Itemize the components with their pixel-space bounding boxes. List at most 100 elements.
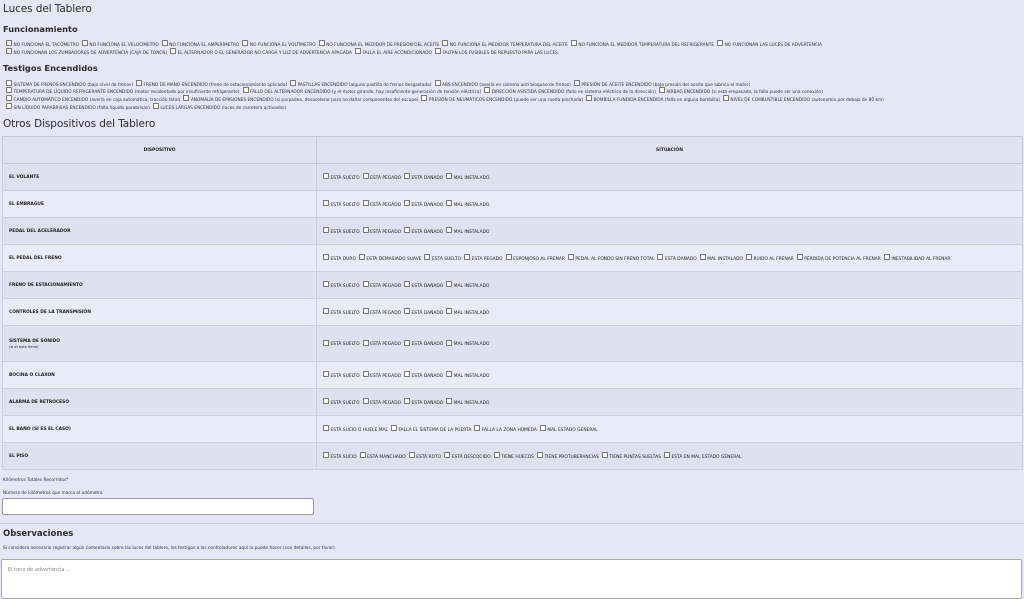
checkbox[interactable] xyxy=(391,425,398,432)
situacion-option[interactable]: ESTÁ DAÑADO xyxy=(404,281,443,289)
checkbox[interactable] xyxy=(446,339,453,346)
checkbox[interactable] xyxy=(699,254,706,261)
checkbox[interactable] xyxy=(505,254,512,261)
checkbox[interactable] xyxy=(442,40,449,46)
situacion-option[interactable]: ESTÁ PEGADO xyxy=(362,371,401,379)
checkbox[interactable] xyxy=(6,48,12,54)
situacion-option[interactable]: MAL ESTADO GENERAL xyxy=(539,425,598,433)
checkbox[interactable] xyxy=(242,87,249,93)
funcionamiento-option[interactable]: FALTAN LOS FUSIBLES DE REPUESTO PARA LAS… xyxy=(434,48,558,56)
checkbox[interactable] xyxy=(152,103,159,109)
situacion-option[interactable]: MAL INSTALADO xyxy=(446,200,490,208)
checkbox[interactable] xyxy=(404,227,411,234)
checkbox[interactable] xyxy=(242,40,249,46)
situacion-option[interactable]: ESPONJOSO AL FRENAR xyxy=(505,254,565,262)
checkbox[interactable] xyxy=(745,254,752,261)
checkbox[interactable] xyxy=(717,40,724,46)
checkbox[interactable] xyxy=(362,173,369,180)
situacion-option[interactable]: RUIDO AL FRENAR xyxy=(745,254,794,262)
situacion-option[interactable]: MAL INSTALADO xyxy=(446,281,490,289)
situacion-option[interactable]: ESTÁ SUELTO xyxy=(323,398,360,406)
testigo-option[interactable]: ANOMALÍA DE EMISIONES ENCENDIDO (si parp… xyxy=(183,95,418,103)
situacion-option[interactable]: ESTÁ SUELTO xyxy=(323,227,360,235)
checkbox[interactable] xyxy=(404,371,411,378)
testigo-option[interactable]: BOMBILLA FUNDIDA ENCENDIDA (falla en alg… xyxy=(586,95,720,103)
situacion-option[interactable]: ESTÁ DEMASIADO SUAVE xyxy=(358,254,421,262)
situacion-option[interactable]: ESTÁ PEGADO xyxy=(464,254,503,262)
checkbox[interactable] xyxy=(446,281,453,288)
situacion-option[interactable]: MAL INSTALADO xyxy=(446,398,490,406)
checkbox[interactable] xyxy=(658,87,665,93)
funcionamiento-option[interactable]: NO FUNCIONA EL VELOCÍMETRO xyxy=(81,40,159,48)
checkbox[interactable] xyxy=(358,254,365,261)
checkbox[interactable] xyxy=(408,452,415,459)
checkbox[interactable] xyxy=(434,48,441,54)
situacion-option[interactable]: ESTÁ SUCIO xyxy=(323,452,357,460)
checkbox[interactable] xyxy=(474,425,481,432)
funcionamiento-option[interactable]: NO FUNCIONAN LOS ZUMBADORES DE ADVERTENC… xyxy=(6,48,167,56)
checkbox[interactable] xyxy=(362,371,369,378)
checkbox[interactable] xyxy=(404,281,411,288)
checkbox[interactable] xyxy=(421,95,428,101)
funcionamiento-option[interactable]: NO FUNCIONA EL MEDIDOR DE PRESIÓN DEL AC… xyxy=(318,40,439,48)
checkbox[interactable] xyxy=(446,227,453,234)
situacion-option[interactable]: TIENE HUECOS xyxy=(493,452,534,460)
testigo-option[interactable]: NIVEL DE COMBUSTIBLE ENCENDIDO (autonomí… xyxy=(722,95,884,103)
checkbox[interactable] xyxy=(567,254,574,261)
situacion-option[interactable]: ESTÁ PEGADO xyxy=(362,227,401,235)
checkbox[interactable] xyxy=(362,227,369,234)
testigo-option[interactable]: SIN LÍQUIDO PARABRISAS ENCENDIDO (falta … xyxy=(6,103,150,111)
checkbox[interactable] xyxy=(570,40,577,46)
situacion-option[interactable]: ESTÁ PEGADO xyxy=(362,200,401,208)
checkbox[interactable] xyxy=(323,398,329,405)
situacion-option[interactable]: MAL INSTALADO xyxy=(446,371,490,379)
checkbox[interactable] xyxy=(404,398,411,405)
checkbox[interactable] xyxy=(446,398,453,405)
checkbox[interactable] xyxy=(136,80,143,86)
checkbox[interactable] xyxy=(6,80,12,86)
situacion-option[interactable]: ESTÁ ROTO xyxy=(408,452,441,460)
situacion-option[interactable]: ESTÁ DAÑADO xyxy=(404,339,443,347)
checkbox[interactable] xyxy=(6,95,12,101)
situacion-option[interactable]: ESTÁ MANCHADO xyxy=(359,452,406,460)
funcionamiento-option[interactable]: NO FUNCIONA EL AMPERÍMETRO xyxy=(161,40,239,48)
funcionamiento-option[interactable]: NO FUNCIONA EL TACÓMETRO xyxy=(6,40,79,48)
checkbox[interactable] xyxy=(290,80,297,86)
situacion-option[interactable]: MAL INSTALADO xyxy=(446,308,490,316)
km-input[interactable] xyxy=(2,498,314,515)
checkbox[interactable] xyxy=(323,425,329,432)
checkbox[interactable] xyxy=(323,339,329,346)
funcionamiento-option[interactable]: NO FUNCIONA EL MEDIDOR TEMPERATURA DEL A… xyxy=(442,40,568,48)
situacion-option[interactable]: FALLA LA ZONA HÚMEDA xyxy=(474,425,537,433)
situacion-option[interactable]: ESTÁ EN MAL ESTADO GENERAL xyxy=(663,452,742,460)
situacion-option[interactable]: ESTÁ SUELTO xyxy=(323,339,360,347)
checkbox[interactable] xyxy=(323,254,329,261)
situacion-option[interactable]: MAL INSTALADO xyxy=(446,173,490,181)
situacion-option[interactable]: FALLA EL SISTEMA DE LA PUERTA xyxy=(391,425,471,433)
checkbox[interactable] xyxy=(323,173,329,180)
situacion-option[interactable]: ESTÁ DAÑADO xyxy=(404,371,443,379)
checkbox[interactable] xyxy=(586,95,593,101)
situacion-option[interactable]: ESTÁ DAÑADO xyxy=(404,173,443,181)
checkbox[interactable] xyxy=(81,40,88,46)
checkbox[interactable] xyxy=(464,254,471,261)
checkbox[interactable] xyxy=(318,40,325,46)
checkbox[interactable] xyxy=(883,254,890,261)
checkbox[interactable] xyxy=(362,200,369,207)
checkbox[interactable] xyxy=(6,87,12,93)
checkbox[interactable] xyxy=(446,308,453,315)
checkbox[interactable] xyxy=(404,339,411,346)
checkbox[interactable] xyxy=(323,200,329,207)
checkbox[interactable] xyxy=(657,254,664,261)
situacion-option[interactable]: INESTABILIDAD AL FRENAR xyxy=(883,254,950,262)
observaciones-textarea[interactable]: El tono de advertencia ... xyxy=(1,559,1022,599)
checkbox[interactable] xyxy=(404,200,411,207)
checkbox[interactable] xyxy=(796,254,803,261)
situacion-option[interactable]: ESTÁ SUELTO xyxy=(323,200,360,208)
situacion-option[interactable]: ESTÁ DESCOCIDO xyxy=(444,452,491,460)
checkbox[interactable] xyxy=(362,281,369,288)
situacion-option[interactable]: ESTÁ PEGADO xyxy=(362,398,401,406)
checkbox[interactable] xyxy=(6,103,12,109)
situacion-option[interactable]: ESTÁ DAÑADO xyxy=(404,308,443,316)
situacion-option[interactable]: MAL INSTALADO xyxy=(446,339,490,347)
